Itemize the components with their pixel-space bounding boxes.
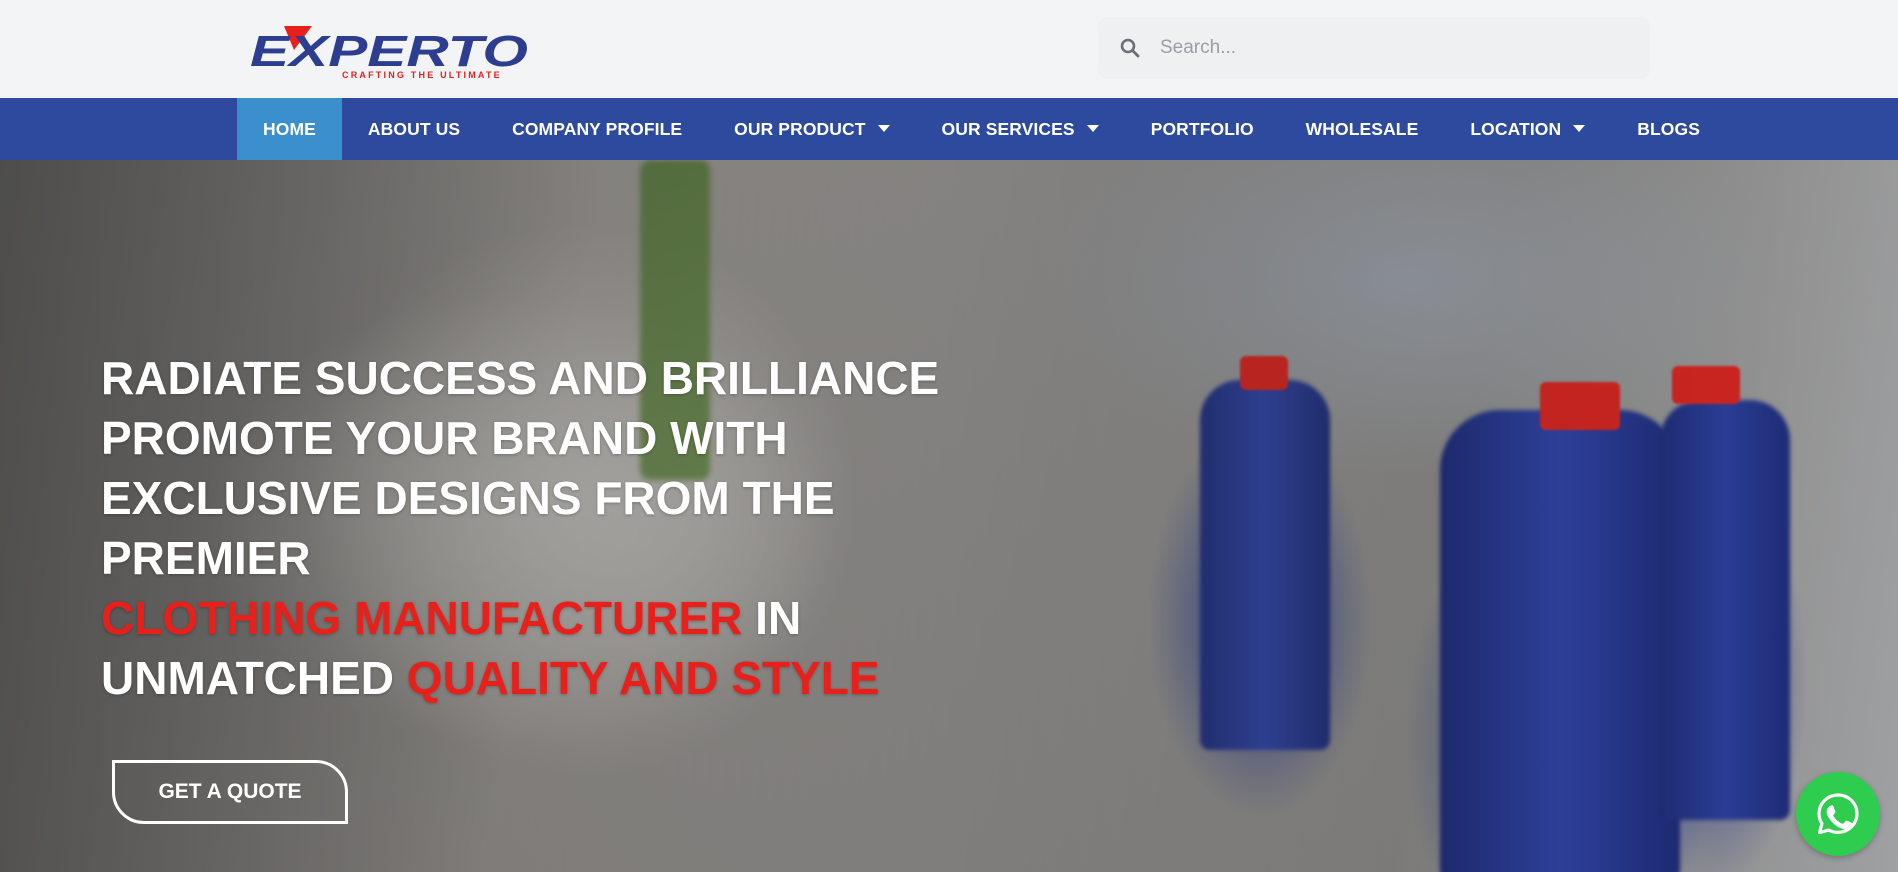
nav-item-our-product[interactable]: OUR PRODUCT (708, 98, 915, 160)
search-box[interactable] (1098, 17, 1650, 79)
experto-logo[interactable]: EXPERTO CRAFTING THE ULTIMATE (250, 24, 530, 80)
hero-section: RADIATE SUCCESS AND BRILLIANCE PROMOTE Y… (0, 160, 1898, 872)
nav-item-company-profile[interactable]: COMPANY PROFILE (486, 98, 708, 160)
nav-item-wholesale[interactable]: WHOLESALE (1280, 98, 1445, 160)
nav-label: COMPANY PROFILE (512, 118, 683, 139)
nav-item-about-us[interactable]: ABOUT US (342, 98, 486, 160)
get-a-quote-button[interactable]: GET A QUOTE (112, 760, 348, 824)
hero-headline: RADIATE SUCCESS AND BRILLIANCE PROMOTE Y… (101, 348, 1001, 708)
nav-label: BLOGS (1637, 118, 1700, 139)
caret-down-icon (877, 125, 890, 133)
logo-wordmark: EXPERTO (250, 27, 528, 76)
hero-line: PROMOTE YOUR BRAND WITH (101, 412, 788, 464)
hero-text: IN (742, 592, 802, 644)
nav-label: WHOLESALE (1305, 118, 1419, 139)
hero-line: RADIATE SUCCESS AND BRILLIANCE (101, 352, 940, 404)
site-header: EXPERTO CRAFTING THE ULTIMATE (0, 0, 1898, 98)
nav-item-portfolio[interactable]: PORTFOLIO (1125, 98, 1280, 160)
nav-label: LOCATION (1470, 118, 1562, 139)
logo-tagline: CRAFTING THE ULTIMATE (342, 70, 502, 80)
hero-line: CLOTHING MANUFACTURER IN (101, 588, 1001, 648)
whatsapp-chat-button[interactable] (1796, 772, 1880, 856)
hero-line: EXCLUSIVE DESIGNS FROM THE (101, 472, 835, 524)
search-icon[interactable] (1120, 38, 1140, 58)
caret-down-icon (1086, 125, 1099, 133)
caret-down-icon (1573, 125, 1586, 133)
nav-item-home[interactable]: HOME (237, 98, 342, 160)
nav-list: HOME ABOUT US COMPANY PROFILE OUR PRODUC… (237, 98, 1726, 160)
search-input[interactable] (1160, 17, 1650, 79)
nav-label: ABOUT US (367, 118, 461, 139)
nav-item-blogs[interactable]: BLOGS (1611, 98, 1726, 160)
nav-item-our-services[interactable]: OUR SERVICES (916, 98, 1125, 160)
nav-label: OUR PRODUCT (734, 118, 866, 139)
hero-highlight: CLOTHING MANUFACTURER (101, 592, 743, 644)
hero-text: UNMATCHED (101, 652, 407, 704)
nav-label: PORTFOLIO (1150, 118, 1254, 139)
nav-label: HOME (263, 118, 316, 139)
hero-highlight: QUALITY AND STYLE (406, 652, 880, 704)
logo-graphic: EXPERTO CRAFTING THE ULTIMATE (250, 26, 528, 80)
hero-line: PREMIER (101, 532, 311, 584)
whatsapp-icon (1817, 793, 1859, 835)
nav-item-location[interactable]: LOCATION (1444, 98, 1611, 160)
hero-line: UNMATCHED QUALITY AND STYLE (101, 648, 1001, 708)
main-nav: HOME ABOUT US COMPANY PROFILE OUR PRODUC… (0, 98, 1898, 160)
nav-label: OUR SERVICES (941, 118, 1075, 139)
